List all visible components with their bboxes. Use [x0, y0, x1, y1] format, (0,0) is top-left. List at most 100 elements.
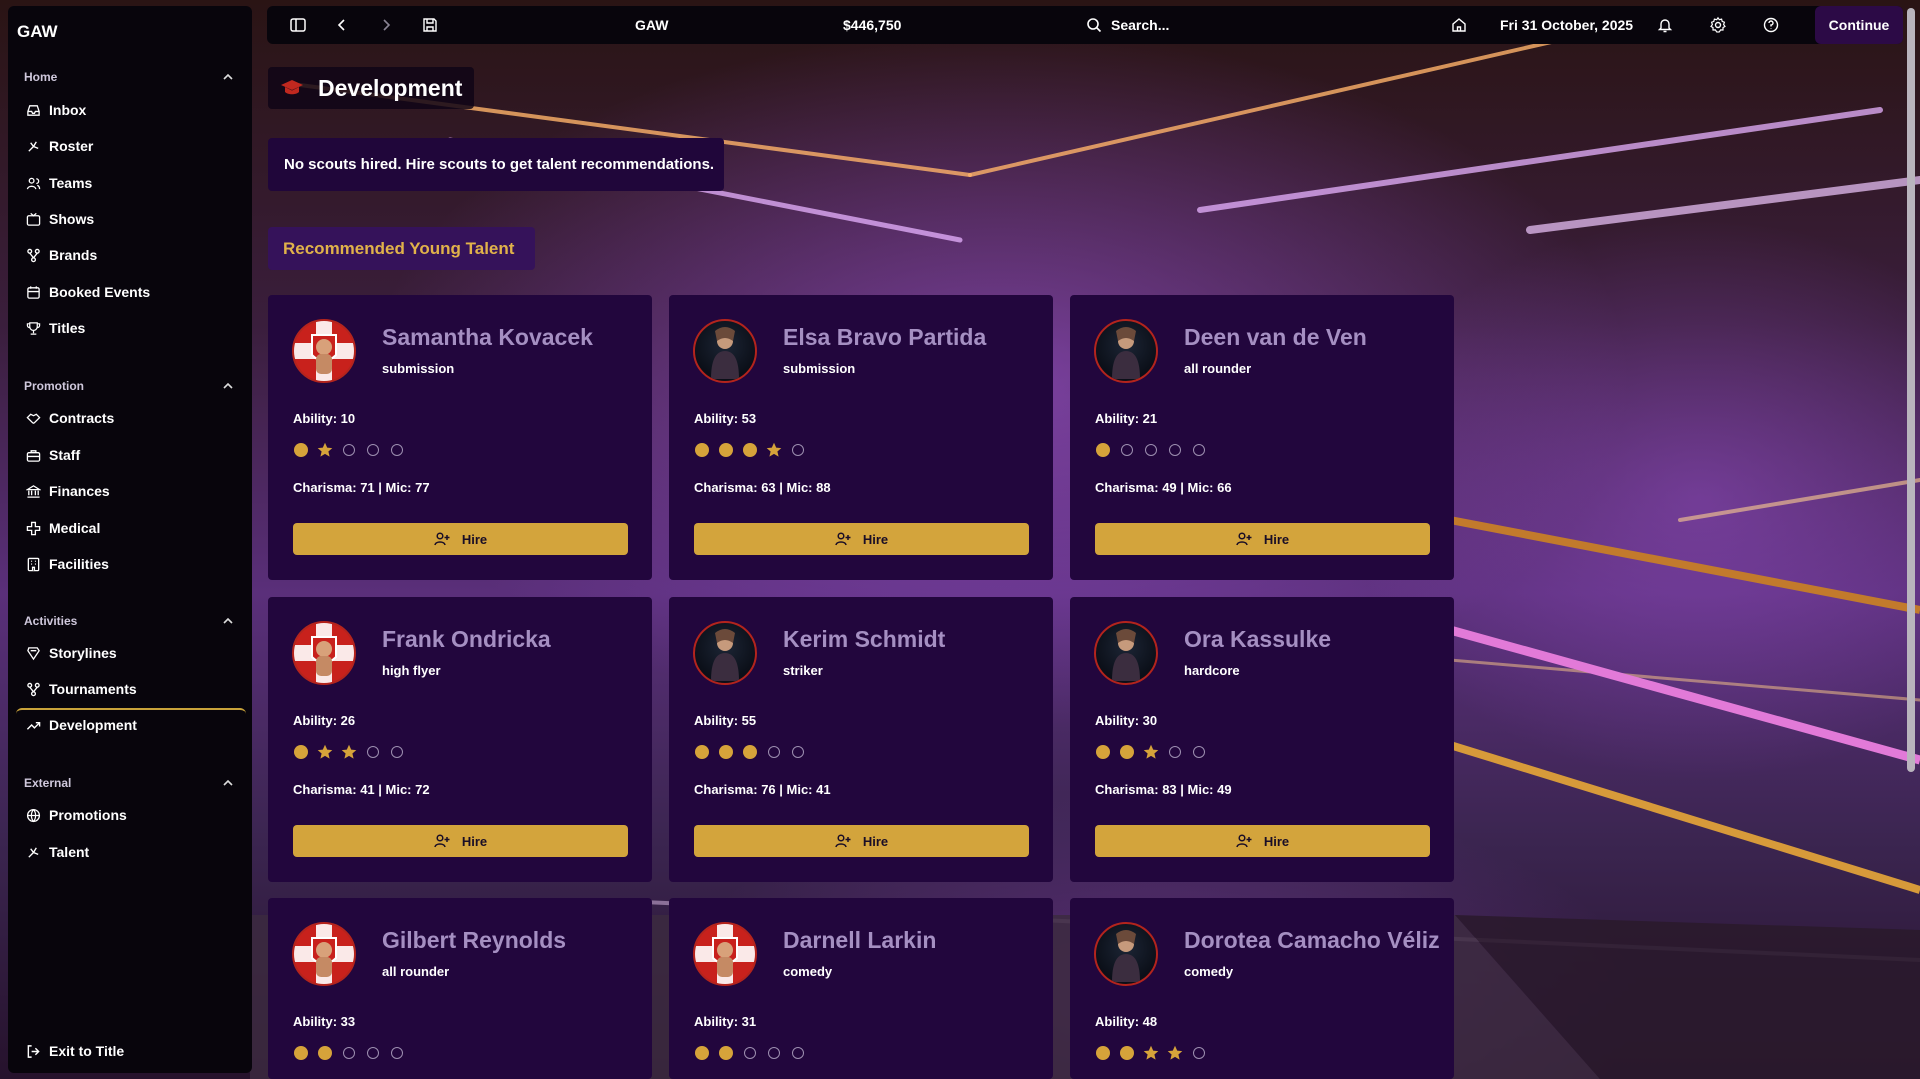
talent-ability: Ability: 33	[293, 1014, 356, 1029]
inbox-icon	[24, 101, 42, 119]
chevron-up-icon[interactable]	[222, 380, 234, 392]
talent-ability: Ability: 10	[293, 411, 356, 426]
talent-name[interactable]: Frank Ondricka	[382, 626, 551, 653]
sidebar-item-development[interactable]: Development	[16, 708, 246, 742]
hire-button[interactable]: Hire	[1095, 825, 1430, 857]
avatar[interactable]	[292, 319, 356, 383]
talent-name[interactable]: Deen van de Ven	[1184, 324, 1367, 351]
potential-rating	[694, 442, 806, 458]
avatar[interactable]	[693, 621, 757, 685]
sidebar-item-contracts[interactable]: Contracts	[16, 403, 246, 433]
rating-dot-empty	[790, 1045, 806, 1061]
search-placeholder: Search...	[1111, 17, 1170, 33]
talent-name[interactable]: Kerim Schmidt	[783, 626, 945, 653]
sidebar-item-titles[interactable]: Titles	[16, 313, 246, 343]
talent-name[interactable]: Ora Kassulke	[1184, 626, 1331, 653]
notifications-button[interactable]	[1656, 6, 1674, 44]
avatar[interactable]	[1094, 319, 1158, 383]
rating-dot-full	[293, 744, 309, 760]
help-button[interactable]	[1762, 6, 1780, 44]
sidebar-item-booked-events[interactable]: Booked Events	[16, 277, 246, 307]
sidebar-item-shows[interactable]: Shows	[16, 204, 246, 234]
avatar[interactable]	[693, 319, 757, 383]
sidebar-item-talent[interactable]: Talent	[16, 837, 246, 867]
sidebar-item-roster[interactable]: Roster	[16, 131, 246, 161]
talent-name[interactable]: Dorotea Camacho Véliz	[1184, 927, 1440, 954]
rating-dot-empty	[790, 442, 806, 458]
hire-button[interactable]: Hire	[1095, 523, 1430, 555]
user-plus-icon	[1236, 834, 1252, 848]
sidebar-item-finances[interactable]: Finances	[16, 476, 246, 506]
avatar[interactable]	[1094, 922, 1158, 986]
avatar[interactable]	[292, 922, 356, 986]
rating-dot-empty	[1143, 442, 1159, 458]
potential-rating	[694, 744, 806, 760]
hire-button[interactable]: Hire	[694, 523, 1029, 555]
talent-stats: Charisma: 49 | Mic: 66	[1095, 480, 1232, 495]
section-title-activities: Activities	[24, 614, 78, 628]
sidebar-item-teams[interactable]: Teams	[16, 168, 246, 198]
hire-button[interactable]: Hire	[694, 825, 1029, 857]
talent-name[interactable]: Gilbert Reynolds	[382, 927, 566, 954]
rating-dot-full	[1095, 1045, 1111, 1061]
tv-icon	[24, 210, 42, 228]
sidebar-item-storylines[interactable]: Storylines	[16, 638, 246, 668]
back-button[interactable]	[333, 6, 351, 44]
sidebar-toggle-icon	[290, 18, 306, 32]
hire-label: Hire	[461, 531, 488, 547]
rating-dot-full	[742, 744, 758, 760]
avatar[interactable]	[1094, 621, 1158, 685]
user-plus-icon	[1236, 532, 1252, 546]
sidebar-toggle-button[interactable]	[289, 6, 307, 44]
talent-style: high flyer	[382, 663, 441, 678]
bracket-icon	[24, 680, 42, 698]
avatar[interactable]	[292, 621, 356, 685]
exit-to-title-button[interactable]: Exit to Title	[16, 1036, 246, 1066]
help-icon	[1763, 17, 1779, 33]
rating-dot-full	[694, 442, 710, 458]
search-box[interactable]: Search...	[1085, 6, 1169, 44]
sidebar-item-tournaments[interactable]: Tournaments	[16, 674, 246, 704]
sidebar-item-inbox[interactable]: Inbox	[16, 95, 246, 125]
sidebar-item-brands[interactable]: Brands	[16, 240, 246, 270]
roster-icon	[24, 137, 42, 155]
talent-ability: Ability: 30	[1095, 713, 1158, 728]
talent-stats: Charisma: 71 | Mic: 77	[293, 480, 430, 495]
hire-button[interactable]: Hire	[293, 523, 628, 555]
rating-dot-empty	[365, 1045, 381, 1061]
talent-name[interactable]: Samantha Kovacek	[382, 324, 593, 351]
recommended-talent-heading: Recommended Young Talent	[268, 227, 535, 270]
forward-button[interactable]	[377, 6, 395, 44]
star-icon	[1167, 1045, 1183, 1061]
hire-button[interactable]: Hire	[293, 825, 628, 857]
briefcase-icon	[24, 446, 42, 464]
sidebar-item-label: Shows	[49, 211, 95, 227]
potential-rating	[293, 1045, 405, 1061]
talent-name[interactable]: Elsa Bravo Partida	[783, 324, 986, 351]
users-icon	[24, 174, 42, 192]
continue-button[interactable]: Continue	[1815, 6, 1903, 44]
chevron-up-icon[interactable]	[222, 615, 234, 627]
talent-card: Elsa Bravo Partida submission Ability: 53 C…	[669, 295, 1053, 580]
sidebar-item-medical[interactable]: Medical	[16, 513, 246, 543]
sidebar-item-staff[interactable]: Staff	[16, 440, 246, 470]
home-button[interactable]	[1450, 6, 1468, 44]
hire-label: Hire	[862, 833, 889, 849]
avatar[interactable]	[693, 922, 757, 986]
save-button[interactable]	[421, 6, 439, 44]
talent-ability: Ability: 53	[694, 411, 757, 426]
star-icon	[1143, 744, 1159, 760]
chevron-up-icon[interactable]	[222, 777, 234, 789]
rating-dot-full	[1095, 744, 1111, 760]
settings-button[interactable]	[1709, 6, 1727, 44]
sidebar-item-promotions[interactable]: Promotions	[16, 800, 246, 830]
talent-stats: Charisma: 41 | Mic: 72	[293, 782, 430, 797]
talent-name[interactable]: Darnell Larkin	[783, 927, 936, 954]
rating-dot-full	[694, 1045, 710, 1061]
sidebar-item-facilities[interactable]: Facilities	[16, 549, 246, 579]
talent-ability: Ability: 21	[1095, 411, 1158, 426]
rating-dot-full	[1119, 1045, 1135, 1061]
scrollbar-thumb[interactable]	[1907, 8, 1915, 772]
hire-label: Hire	[1263, 531, 1290, 547]
chevron-up-icon[interactable]	[222, 71, 234, 83]
